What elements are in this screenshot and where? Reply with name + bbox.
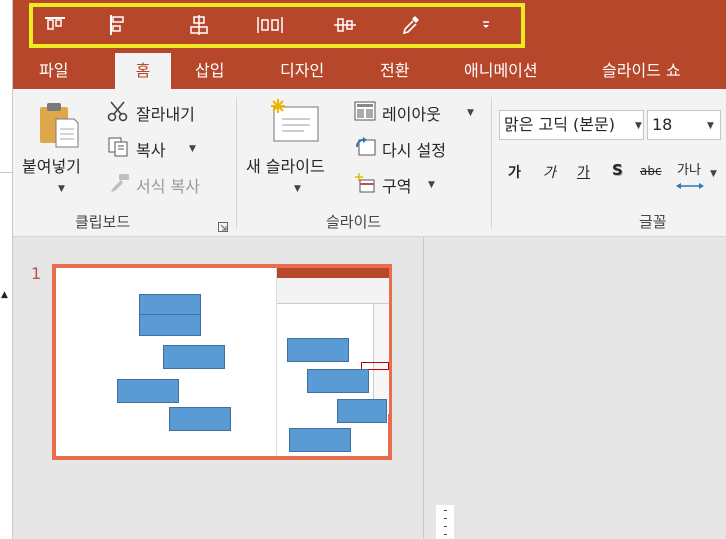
- reset-icon: [354, 137, 376, 161]
- quick-access-toolbar: [13, 0, 726, 53]
- font-size-caret-icon[interactable]: ▼: [707, 121, 714, 131]
- tab-insert[interactable]: 삽입: [195, 53, 224, 89]
- layout-caret-icon[interactable]: ▼: [467, 108, 474, 118]
- format-painter-button[interactable]: 서식 복사: [136, 173, 200, 197]
- copy-icon: [107, 136, 129, 162]
- home-ribbon: 붙여넣기 ▼ 잘라내기 복사 ▼ 서식 복사 클립보드 새 슬라이드 ▼ 레이아…: [13, 89, 726, 237]
- tab-file[interactable]: 파일: [39, 53, 68, 89]
- shape-rectangle: [139, 294, 201, 316]
- tab-slideshow[interactable]: 슬라이드 쇼: [602, 53, 681, 89]
- tab-transitions[interactable]: 전환: [380, 53, 409, 89]
- paste-dropdown-caret-icon[interactable]: ▼: [58, 184, 65, 194]
- spacing-caret-icon[interactable]: ▼: [710, 169, 717, 179]
- new-slide-icon[interactable]: [268, 99, 320, 147]
- italic-button[interactable]: 가: [543, 162, 556, 182]
- font-name-value: 맑은 고딕 (본문): [504, 115, 615, 134]
- layout-button[interactable]: 레이아웃: [382, 101, 441, 125]
- embedded-screenshot: [276, 268, 389, 456]
- left-edge-strip: ▲: [0, 0, 13, 539]
- scissors-icon: [107, 100, 129, 126]
- shape-rectangle: [117, 379, 179, 403]
- copy-dropdown-caret-icon[interactable]: ▼: [189, 144, 196, 154]
- cut-button[interactable]: 잘라내기: [136, 101, 195, 125]
- slides-group-label: 슬라이드: [326, 213, 382, 231]
- tab-animations[interactable]: 애니메이션: [464, 53, 538, 89]
- group-separator: [236, 97, 237, 229]
- strikethrough-button[interactable]: abc: [640, 164, 662, 178]
- align-center-icon[interactable]: [185, 12, 213, 38]
- align-top-icon[interactable]: [41, 12, 69, 38]
- text-shadow-button[interactable]: S: [612, 161, 623, 179]
- reset-button[interactable]: 다시 설정: [382, 137, 446, 161]
- ribbon-tab-row: 파일 홈 삽입 디자인 전환 애니메이션 슬라이드 쇼: [13, 53, 726, 89]
- underline-button[interactable]: 가: [577, 162, 590, 182]
- clipboard-launcher-icon[interactable]: [218, 217, 228, 236]
- clipboard-group-label: 클립보드: [75, 213, 131, 231]
- distribute-horizontally-icon[interactable]: [256, 12, 284, 38]
- copy-button[interactable]: 복사: [136, 137, 165, 161]
- eyedropper-icon[interactable]: [397, 12, 425, 38]
- font-name-select[interactable]: 맑은 고딕 (본문): [499, 110, 644, 140]
- font-size-value: 18: [652, 115, 673, 134]
- bold-button[interactable]: 가: [508, 162, 521, 182]
- small-arrow-icon: ▲: [1, 290, 8, 300]
- font-name-caret-icon[interactable]: ▼: [635, 121, 642, 131]
- shape-rectangle: [139, 314, 201, 336]
- shape-rectangle: [163, 345, 225, 369]
- font-group-label: 글꼴: [639, 213, 667, 231]
- new-slide-button[interactable]: 새 슬라이드: [246, 153, 325, 177]
- spacing-arrow-icon: [676, 175, 704, 194]
- format-painter-icon: [109, 173, 131, 197]
- tab-design[interactable]: 디자인: [280, 53, 324, 89]
- section-caret-icon[interactable]: ▼: [428, 180, 435, 190]
- layout-icon: [354, 101, 376, 125]
- align-left-icon[interactable]: [105, 12, 133, 38]
- group-separator: [491, 97, 492, 229]
- section-icon: [354, 172, 376, 198]
- align-middle-icon[interactable]: [331, 12, 359, 38]
- slide-number: 1: [31, 264, 42, 283]
- shape-rectangle: [169, 407, 231, 431]
- slide-thumbnail[interactable]: [52, 264, 392, 460]
- section-button[interactable]: 구역: [382, 173, 411, 197]
- paste-button[interactable]: 붙여넣기: [22, 153, 81, 177]
- tab-home[interactable]: 홈: [115, 53, 171, 89]
- paste-icon[interactable]: [38, 101, 80, 153]
- new-slide-caret-icon[interactable]: ▼: [294, 184, 301, 194]
- powerpoint-window: ▲ 파일 홈 삽입 디자인 전환 애니메이션 슬라이드 쇼 붙여넣기 ▼ 잘라내…: [0, 0, 726, 539]
- customize-qat-icon[interactable]: [472, 12, 500, 38]
- vertical-ruler: [436, 505, 454, 539]
- slide-editing-area: [425, 237, 726, 539]
